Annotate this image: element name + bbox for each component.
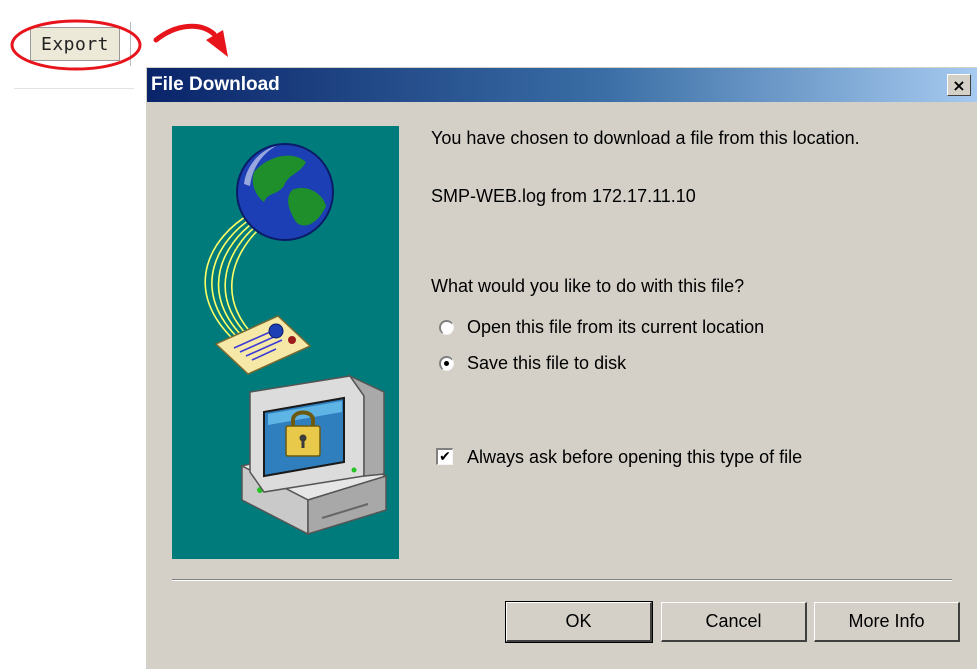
file-download-dialog: File Download × You have chosen to downl…	[146, 67, 977, 669]
file-info: SMP-WEB.log from 172.17.11.10	[431, 186, 696, 206]
title-bar: File Download ×	[147, 68, 977, 102]
close-button[interactable]: ×	[947, 74, 971, 96]
cancel-button[interactable]: Cancel	[661, 602, 807, 642]
dialog-title: File Download	[151, 74, 280, 95]
close-icon: ×	[952, 75, 966, 95]
question-text: What would you like to do with this file…	[431, 276, 745, 296]
checkmark-icon: ✔	[439, 449, 451, 465]
download-illustration	[172, 126, 399, 559]
ok-button[interactable]: OK	[505, 601, 653, 643]
save-file-radio[interactable]	[439, 356, 454, 371]
more-info-button[interactable]: More Info	[814, 602, 960, 642]
annotation-arrow-icon	[153, 23, 217, 43]
dialog-separator	[172, 579, 952, 581]
globe-icon	[236, 143, 334, 241]
always-ask-checkbox[interactable]: ✔	[436, 448, 453, 465]
open-file-label[interactable]: Open this file from its current location	[467, 317, 764, 338]
highlight-ellipse	[10, 19, 142, 71]
arrowhead-icon	[206, 30, 228, 57]
save-file-label[interactable]: Save this file to disk	[467, 353, 626, 374]
always-ask-label[interactable]: Always ask before opening this type of f…	[467, 447, 802, 468]
download-message: You have chosen to download a file from …	[431, 128, 860, 148]
open-file-radio[interactable]	[439, 320, 454, 335]
